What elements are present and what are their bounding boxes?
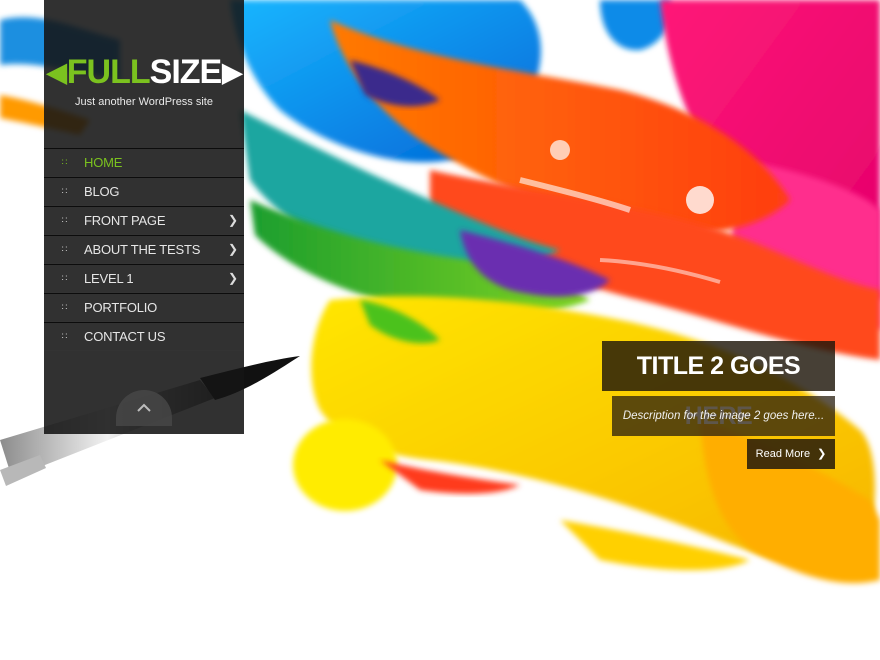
- chevron-right-icon: ❯: [817, 448, 827, 460]
- menu-item-portfolio[interactable]: ∷ PORTFOLIO: [44, 293, 244, 322]
- move-icon: ∷: [61, 273, 68, 283]
- menu-item-blog[interactable]: ∷ BLOG: [44, 177, 244, 206]
- site-tagline: Just another WordPress site: [75, 96, 213, 108]
- menu-item-contact-us[interactable]: ∷ CONTACT US: [44, 322, 244, 351]
- move-icon: ∷: [61, 331, 68, 341]
- menu-item-label: CONTACT US: [84, 329, 166, 344]
- read-more-label: Read More: [755, 448, 811, 460]
- menu-item-home[interactable]: ∷ HOME: [44, 148, 244, 177]
- menu-item-label: PORTFOLIO: [84, 300, 158, 315]
- logo-right-arrow-icon: ▶: [222, 57, 242, 87]
- move-icon: ∷: [61, 215, 68, 225]
- chevron-up-icon: [137, 403, 151, 412]
- read-more-button[interactable]: Read More ❯: [747, 439, 835, 469]
- logo-left-arrow-icon: ◀: [46, 57, 67, 87]
- menu-item-about-the-tests[interactable]: ∷ ABOUT THE TESTS ❯: [44, 235, 244, 264]
- slide-title: TITLE 2 GOES HERE: [602, 341, 835, 430]
- main-menu: ∷ HOME ∷ BLOG ∷ FRONT PAGE ❯ ∷ ABOUT THE…: [44, 148, 244, 351]
- menu-item-level-1[interactable]: ∷ LEVEL 1 ❯: [44, 264, 244, 293]
- site-logo-wrap: ◀ FULL SIZE ▶: [44, 52, 244, 92]
- page: ◀ FULL SIZE ▶ Just another WordPress sit…: [0, 0, 880, 660]
- chevron-right-icon: ❯: [227, 242, 238, 256]
- move-icon: ∷: [61, 302, 68, 312]
- menu-item-front-page[interactable]: ∷ FRONT PAGE ❯: [44, 206, 244, 235]
- move-icon: ∷: [61, 244, 68, 254]
- menu-item-label: FRONT PAGE: [84, 213, 166, 228]
- chevron-right-icon: ❯: [227, 213, 238, 227]
- site-logo[interactable]: ◀ FULL SIZE ▶: [46, 52, 242, 92]
- logo-text-part-a: FULL: [66, 53, 151, 91]
- menu-item-label: HOME: [84, 155, 123, 170]
- chevron-right-icon: ❯: [227, 271, 238, 285]
- menu-item-label: LEVEL 1: [84, 271, 134, 286]
- menu-item-label: BLOG: [84, 184, 120, 199]
- sidebar: ◀ FULL SIZE ▶ Just another WordPress sit…: [44, 0, 244, 434]
- menu-item-label: ABOUT THE TESTS: [84, 242, 201, 257]
- logo-text-part-b: SIZE: [149, 53, 223, 91]
- move-icon: ∷: [61, 186, 68, 196]
- sidebar-collapse-button[interactable]: [116, 390, 172, 426]
- move-icon: ∷: [61, 157, 68, 167]
- slide-description: Description for the image 2 goes here...: [612, 396, 835, 436]
